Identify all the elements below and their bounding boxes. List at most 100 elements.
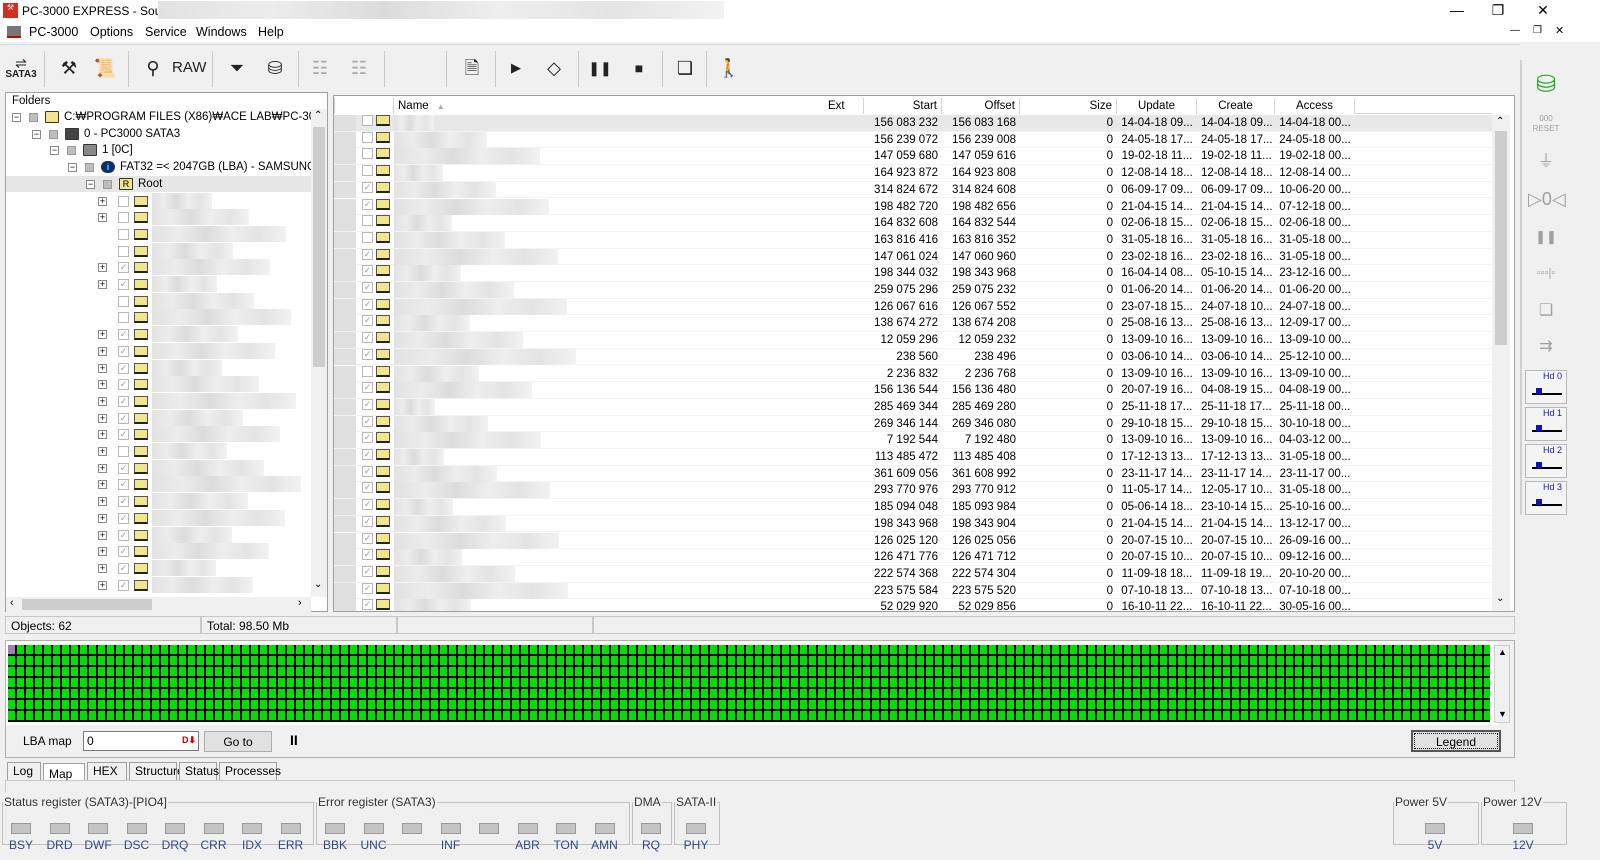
file-checkbox[interactable] bbox=[362, 115, 373, 126]
file-row[interactable]: 2 236 832 2 236 768 0 13-09-10 16... 13-09-1… bbox=[334, 365, 1492, 383]
map-vertical-scrollbar[interactable]: ▲ ▼ bbox=[1494, 645, 1510, 723]
tree-folder-item[interactable]: + ✓ bbox=[6, 259, 311, 276]
head-3-button[interactable]: Hd 3 bbox=[1525, 481, 1567, 515]
file-row[interactable]: 156 083 232 156 083 168 0 14-04-18 09... 14-… bbox=[334, 115, 1492, 132]
power-switch-icon[interactable]: ⏚ bbox=[1528, 145, 1564, 179]
folder-checkbox[interactable]: ✓ bbox=[118, 496, 129, 508]
column-header-name[interactable]: Name ▲ bbox=[394, 98, 884, 114]
file-row[interactable]: 147 059 680 147 059 616 0 19-02-18 11... 19-… bbox=[334, 148, 1492, 166]
column-header-offset[interactable]: Offset bbox=[942, 98, 1020, 114]
tree-folder-item[interactable]: + ✓ bbox=[6, 326, 311, 343]
file-row[interactable]: 164 832 608 164 832 544 0 02-06-18 15... 02-… bbox=[334, 215, 1492, 232]
file-row[interactable]: ✓ 126 471 776 126 471 712 0 20-07-15 10... 20… bbox=[334, 549, 1492, 566]
sata3-port-button[interactable]: ⇌ SATA3 bbox=[4, 51, 38, 87]
export-document-icon[interactable]: 🗎 bbox=[455, 51, 489, 87]
file-row[interactable]: ✓ 198 344 032 198 343 968 0 16-04-14 08... 05… bbox=[334, 265, 1492, 282]
file-row[interactable]: ✓ 285 469 344 285 469 280 0 25-11-18 17... 25… bbox=[334, 398, 1492, 416]
expand-icon[interactable]: + bbox=[98, 380, 107, 390]
tree-horizontal-scrollbar[interactable]: ‹ › bbox=[6, 597, 311, 612]
mdi-close-button[interactable]: ✕ bbox=[1555, 24, 1564, 37]
tab-structure[interactable]: Structure bbox=[129, 762, 184, 780]
folder-checkbox[interactable] bbox=[118, 295, 129, 307]
file-row[interactable]: ✓ 113 485 472 113 485 408 0 17-12-13 13... 17… bbox=[334, 449, 1492, 466]
folder-checkbox[interactable]: ✓ bbox=[118, 462, 129, 474]
stop-icon[interactable]: ■ bbox=[622, 51, 656, 87]
menu-help[interactable]: Help bbox=[258, 25, 284, 39]
file-checkbox[interactable] bbox=[362, 148, 373, 160]
folder-checkbox[interactable]: ✓ bbox=[118, 379, 129, 391]
collapse-icon[interactable]: − bbox=[86, 179, 95, 189]
expand-icon[interactable]: + bbox=[98, 580, 107, 590]
column-header-access[interactable]: Access bbox=[1275, 98, 1355, 114]
tree-group-icon[interactable]: ☷ bbox=[342, 51, 376, 87]
copy-clear-icon[interactable]: ❏ bbox=[1528, 294, 1564, 328]
folder-checkbox[interactable] bbox=[118, 446, 129, 457]
folder-checkbox[interactable]: ✓ bbox=[118, 512, 129, 524]
maximize-button[interactable]: ❐ bbox=[1483, 2, 1513, 20]
exit-icon[interactable]: 🚶 bbox=[712, 51, 746, 87]
tools-icon[interactable]: ⚒ bbox=[52, 51, 86, 87]
file-checkbox[interactable]: ✓ bbox=[362, 298, 373, 310]
file-row[interactable]: ✓ 126 067 616 126 067 552 0 23-07-18 15... 24… bbox=[334, 298, 1492, 316]
file-row[interactable]: ✓ 12 059 296 12 059 232 0 13-09-10 16... 13-0… bbox=[334, 332, 1492, 349]
mdi-restore-button[interactable]: ❐ bbox=[1533, 25, 1542, 36]
file-checkbox[interactable]: ✓ bbox=[362, 181, 373, 193]
folder-checkbox[interactable]: ✓ bbox=[118, 362, 129, 374]
expand-icon[interactable]: + bbox=[98, 363, 107, 373]
column-header-create[interactable]: Create bbox=[1197, 98, 1275, 114]
file-checkbox[interactable]: ✓ bbox=[362, 565, 373, 577]
tab-log[interactable]: Log bbox=[7, 762, 41, 780]
tri-state-checkbox[interactable] bbox=[85, 163, 94, 173]
expand-icon[interactable]: + bbox=[98, 330, 107, 340]
file-checkbox[interactable]: ✓ bbox=[362, 515, 373, 527]
file-checkbox[interactable]: ✓ bbox=[362, 265, 373, 277]
file-row[interactable]: ✓ 269 346 144 269 346 080 0 29-10-18 15... 29… bbox=[334, 415, 1492, 433]
folder-checkbox[interactable] bbox=[118, 245, 129, 257]
scroll-down-icon[interactable]: ▼ bbox=[1498, 709, 1507, 719]
scroll-left-icon[interactable]: ‹ bbox=[10, 597, 14, 609]
folder-checkbox[interactable]: ✓ bbox=[118, 562, 129, 574]
filter-icon[interactable]: ⏷ bbox=[220, 51, 254, 87]
pause-icon[interactable]: ❚❚ bbox=[1528, 220, 1564, 254]
expand-icon[interactable]: + bbox=[98, 280, 107, 289]
tree-folder-item[interactable]: + ✓ bbox=[6, 426, 311, 443]
tree-folder-item[interactable] bbox=[6, 225, 311, 242]
reset-icon[interactable]: 000 RESET bbox=[1528, 108, 1564, 142]
tree-folder-item[interactable] bbox=[6, 242, 311, 259]
expand-icon[interactable]: + bbox=[98, 447, 107, 456]
folder-checkbox[interactable]: ✓ bbox=[118, 579, 129, 591]
file-checkbox[interactable]: ✓ bbox=[362, 348, 373, 360]
list-vertical-scrollbar[interactable]: ⌃ ⌄ bbox=[1492, 115, 1510, 611]
head-1-button[interactable]: Hd 1 bbox=[1525, 407, 1567, 441]
folder-checkbox[interactable] bbox=[118, 212, 129, 224]
collapse-icon[interactable]: − bbox=[50, 146, 59, 156]
tree-folder-item[interactable]: + ✓ bbox=[6, 359, 311, 376]
folder-checkbox[interactable]: ✓ bbox=[118, 546, 129, 558]
tree-folder-item[interactable]: + bbox=[6, 192, 311, 209]
file-checkbox[interactable]: ✓ bbox=[362, 582, 373, 594]
tree-folder-item[interactable]: + ✓ bbox=[6, 459, 311, 476]
file-checkbox[interactable] bbox=[362, 131, 373, 143]
folder-checkbox[interactable]: ✓ bbox=[118, 262, 129, 274]
file-checkbox[interactable]: ✓ bbox=[362, 499, 373, 511]
file-row[interactable]: 164 923 872 164 923 808 0 12-08-14 18... 12-… bbox=[334, 165, 1492, 182]
tri-state-checkbox[interactable] bbox=[103, 179, 112, 189]
column-header-size[interactable]: Size bbox=[1020, 98, 1117, 114]
tree-node[interactable]: − 1 [0C] bbox=[50, 142, 311, 158]
tree-folder-item[interactable]: + ✓ bbox=[6, 409, 311, 426]
tree-node[interactable]: − R Root bbox=[6, 175, 311, 192]
file-row[interactable]: ✓ 293 770 976 293 770 912 0 11-05-17 14... 12… bbox=[334, 482, 1492, 500]
file-row[interactable]: ✓ 185 094 048 185 093 984 0 05-06-14 18... 23… bbox=[334, 499, 1492, 516]
folder-checkbox[interactable]: ✓ bbox=[118, 345, 129, 357]
tree-folder-item[interactable] bbox=[6, 309, 311, 326]
file-row[interactable]: 156 239 072 156 239 008 0 24-05-18 17... 24-… bbox=[334, 131, 1492, 149]
scroll-right-icon[interactable]: › bbox=[298, 597, 302, 609]
folder-checkbox[interactable]: ✓ bbox=[118, 529, 129, 541]
folder-checkbox[interactable]: ✓ bbox=[118, 329, 129, 341]
tree-folder-item[interactable]: + ✓ bbox=[6, 476, 311, 493]
expand-icon[interactable]: + bbox=[98, 430, 107, 440]
folder-checkbox[interactable] bbox=[118, 195, 129, 207]
info-document-icon[interactable]: 📜 bbox=[88, 51, 122, 87]
file-checkbox[interactable]: ✓ bbox=[362, 449, 373, 460]
expand-icon[interactable]: + bbox=[98, 413, 107, 423]
